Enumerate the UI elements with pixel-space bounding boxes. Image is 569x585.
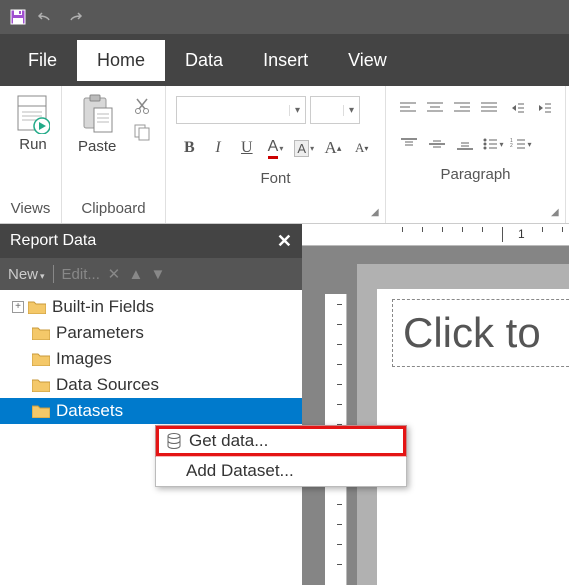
ribbon-group-paragraph: ▾ 12▾ Paragraph ◢: [386, 86, 566, 223]
paste-icon: [80, 94, 114, 136]
font-size-combo[interactable]: ▾: [310, 96, 360, 124]
panel-close-button[interactable]: ✕: [277, 231, 292, 252]
paste-button[interactable]: Paste: [68, 90, 126, 159]
folder-icon: [32, 326, 50, 340]
highlight-button[interactable]: A▾: [291, 134, 318, 162]
justify-button[interactable]: [476, 96, 501, 120]
folder-icon: [32, 352, 50, 366]
align-left-button[interactable]: [396, 96, 421, 120]
underline-button[interactable]: U: [233, 134, 260, 162]
main-area: Report Data ✕ New▾ Edit... ✕ ▲ ▼ + Built…: [0, 224, 569, 585]
folder-icon: [32, 378, 50, 392]
panel-title: Report Data: [10, 232, 96, 250]
numbering-button[interactable]: 12▾: [508, 132, 534, 156]
design-surface[interactable]: 1 Click to: [302, 224, 569, 585]
undo-icon: [37, 10, 55, 24]
expand-icon[interactable]: +: [12, 301, 24, 313]
run-label: Run: [19, 136, 47, 153]
move-down-button[interactable]: ▼: [150, 266, 166, 282]
chevron-down-icon: ▾: [289, 105, 305, 116]
redo-icon: [65, 10, 83, 24]
ribbon-group-views: Run Views: [0, 86, 62, 223]
svg-text:2: 2: [510, 143, 513, 149]
bullets-button[interactable]: ▾: [480, 132, 506, 156]
folder-icon: [28, 300, 46, 314]
shrink-font-button[interactable]: A▾: [348, 134, 375, 162]
redo-button[interactable]: [62, 5, 86, 29]
paragraph-group-label: Paragraph: [392, 162, 559, 189]
tab-home[interactable]: Home: [77, 40, 165, 81]
align-center-button[interactable]: [423, 96, 448, 120]
save-button[interactable]: [6, 5, 30, 29]
tab-data[interactable]: Data: [165, 40, 243, 81]
align-middle-button[interactable]: [424, 132, 450, 156]
bold-button[interactable]: B: [176, 134, 203, 162]
tree-item-images[interactable]: Images: [0, 346, 302, 372]
tree-item-datasets[interactable]: Datasets: [0, 398, 302, 424]
new-button[interactable]: New▾: [8, 266, 45, 283]
save-icon: [10, 9, 26, 25]
copy-icon: [133, 123, 151, 141]
title-placeholder[interactable]: Click to: [392, 299, 569, 367]
move-up-button[interactable]: ▲: [128, 266, 144, 282]
tab-view[interactable]: View: [328, 40, 407, 81]
chevron-down-icon: ▾: [343, 105, 359, 116]
tree-item-datasources[interactable]: Data Sources: [0, 372, 302, 398]
decrease-indent-button[interactable]: [503, 96, 528, 120]
horizontal-ruler: 1: [302, 224, 569, 246]
align-bottom-button[interactable]: [452, 132, 478, 156]
edit-button[interactable]: Edit...: [62, 266, 100, 283]
panel-toolbar: New▾ Edit... ✕ ▲ ▼: [0, 258, 302, 290]
run-button[interactable]: Run: [6, 90, 60, 157]
panel-title-bar: Report Data ✕: [0, 224, 302, 258]
align-right-button[interactable]: [450, 96, 475, 120]
context-add-dataset[interactable]: Add Dataset...: [156, 456, 406, 486]
database-icon: [165, 432, 183, 450]
copy-button[interactable]: [130, 120, 154, 144]
cut-button[interactable]: [130, 94, 154, 118]
undo-button[interactable]: [34, 5, 58, 29]
font-family-combo[interactable]: ▾: [176, 96, 306, 124]
tree-item-builtin[interactable]: + Built-in Fields: [0, 294, 302, 320]
grow-font-button[interactable]: A▴: [320, 134, 347, 162]
ribbon-group-font: ▾ ▾ B I U A▾ A▾ A▴ A▾ Font ◢: [166, 86, 386, 223]
increase-indent-button[interactable]: [530, 96, 555, 120]
folder-icon: [32, 404, 50, 418]
context-get-data[interactable]: Get data...: [156, 426, 406, 456]
font-group-label: Font: [172, 166, 379, 193]
font-dialog-launcher[interactable]: ◢: [371, 207, 383, 219]
views-group-label: Views: [6, 196, 55, 223]
tree-item-parameters[interactable]: Parameters: [0, 320, 302, 346]
context-menu: Get data... Add Dataset...: [155, 425, 407, 487]
align-top-button[interactable]: [396, 132, 422, 156]
tree-view: + Built-in Fields Parameters Images Data…: [0, 290, 302, 585]
font-color-button[interactable]: A▾: [262, 134, 289, 162]
ribbon-group-clipboard: Paste Clipbo: [62, 86, 166, 223]
tab-insert[interactable]: Insert: [243, 40, 328, 81]
tab-file[interactable]: File: [8, 40, 77, 81]
delete-button[interactable]: ✕: [106, 266, 122, 282]
paragraph-dialog-launcher[interactable]: ◢: [551, 207, 563, 219]
report-data-panel: Report Data ✕ New▾ Edit... ✕ ▲ ▼ + Built…: [0, 224, 302, 585]
title-bar: [0, 0, 569, 34]
italic-button[interactable]: I: [205, 134, 232, 162]
paste-label: Paste: [78, 138, 116, 155]
cut-icon: [133, 97, 151, 115]
run-icon: [16, 94, 50, 134]
menu-bar: File Home Data Insert View: [0, 34, 569, 86]
clipboard-group-label: Clipboard: [68, 196, 159, 223]
ribbon: Run Views Paste: [0, 86, 569, 224]
